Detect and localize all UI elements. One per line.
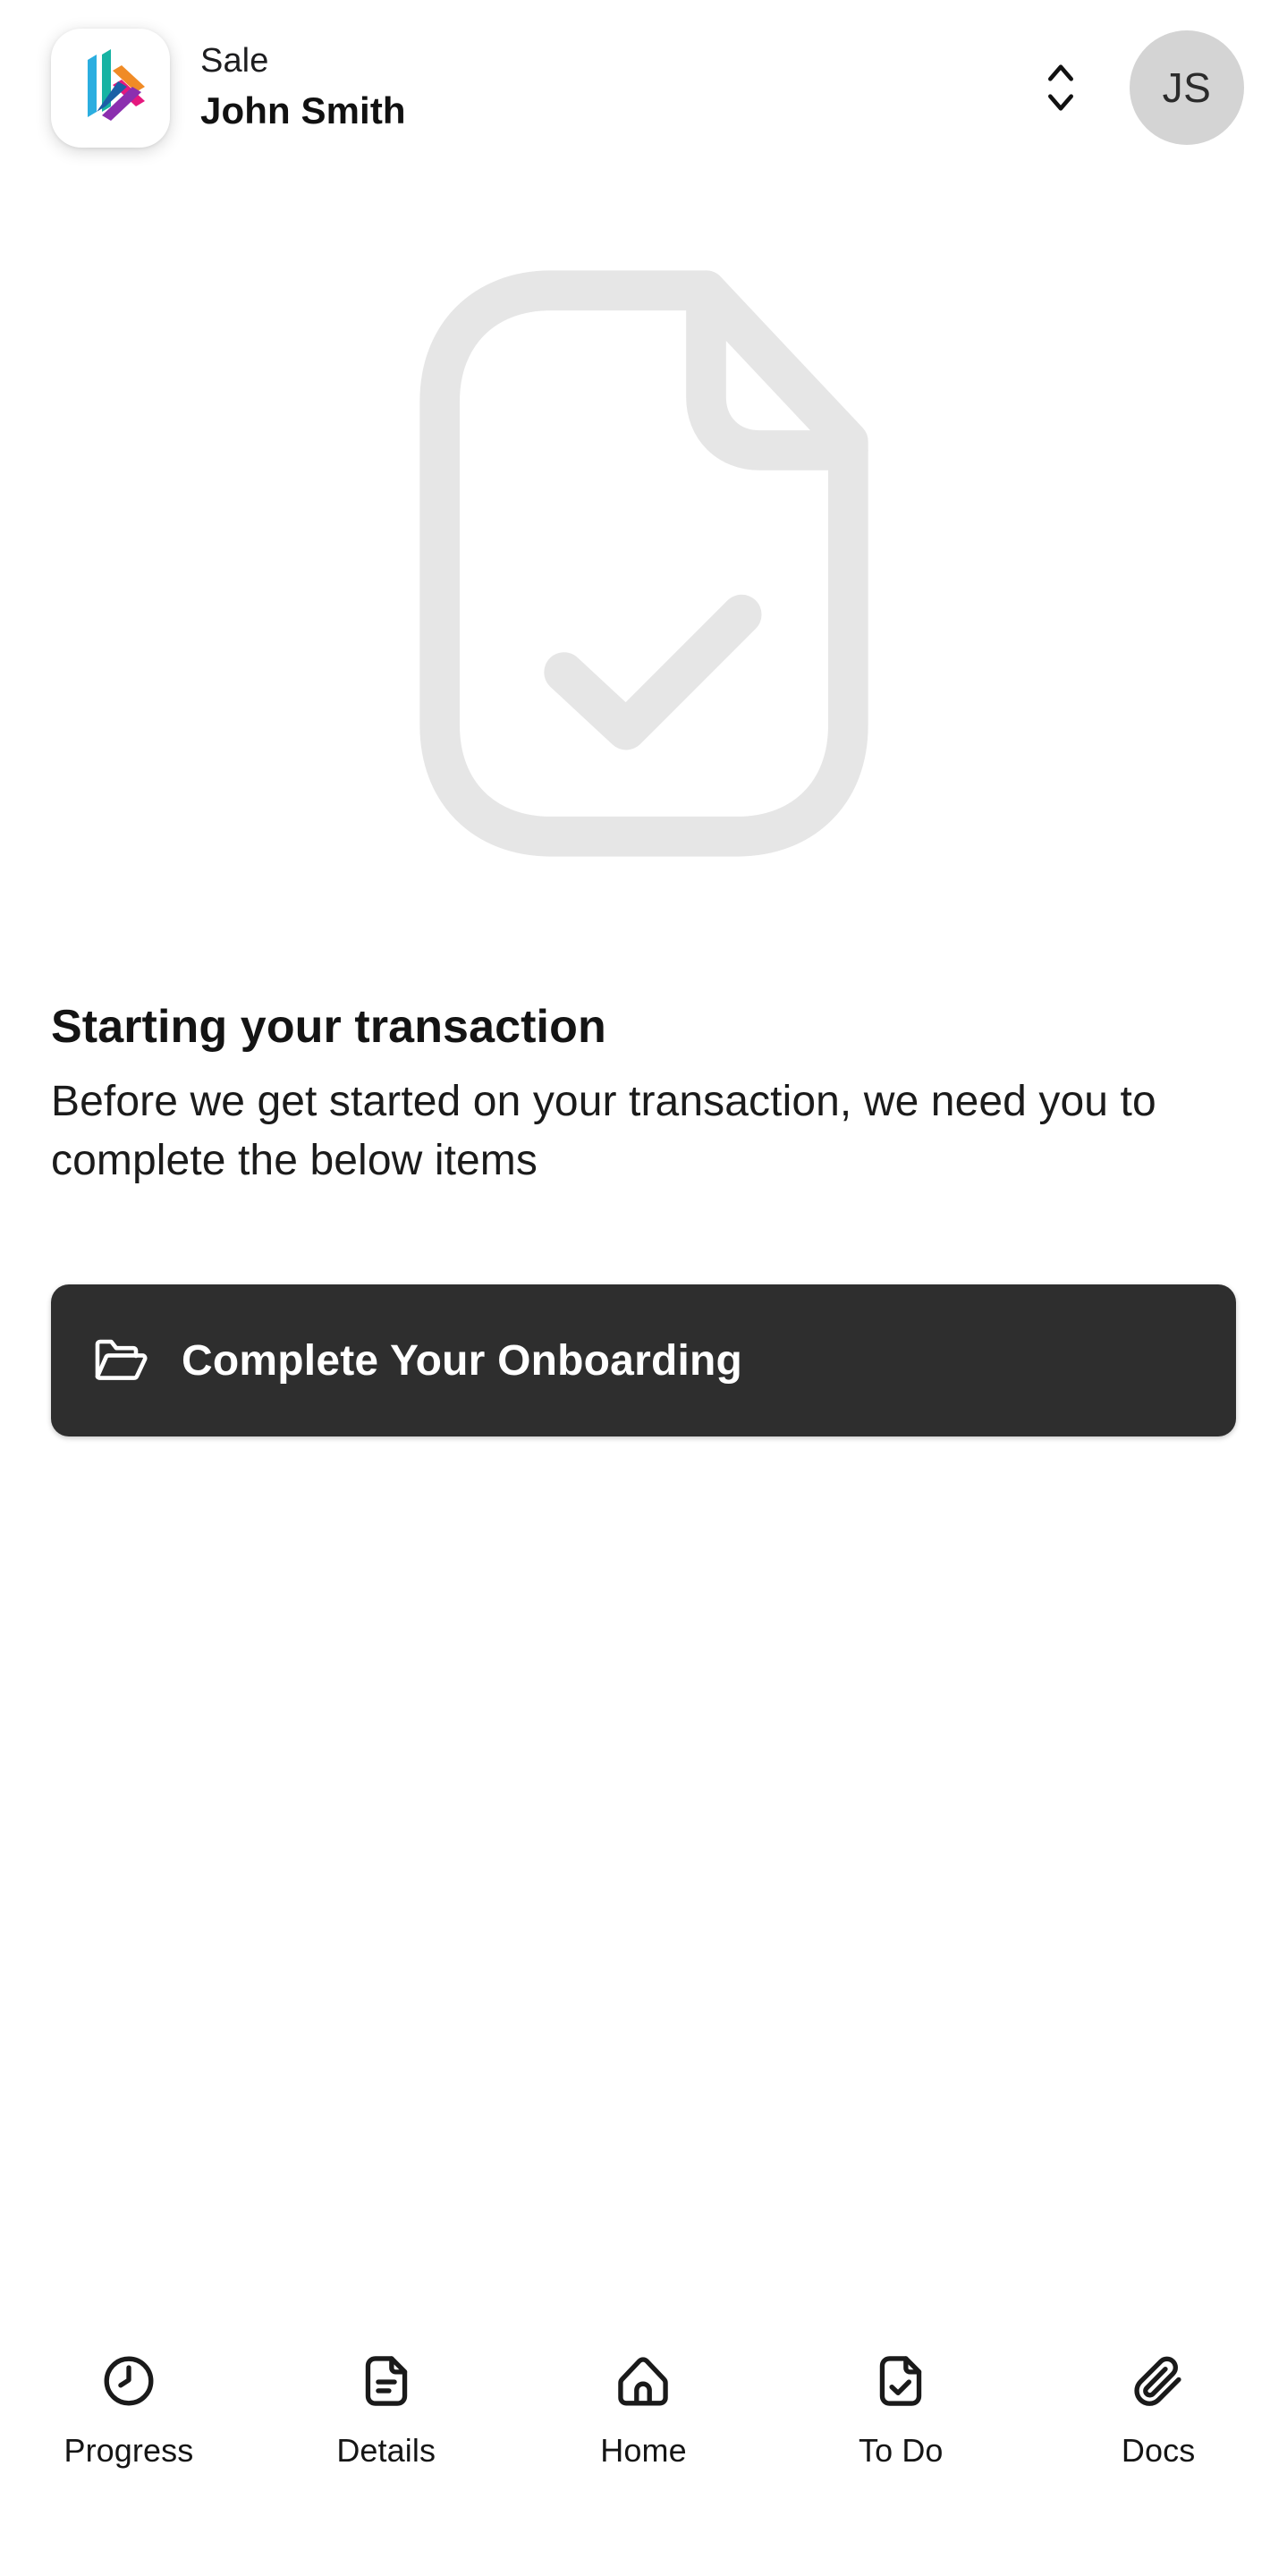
page-description: Before we get started on your transactio… xyxy=(51,1078,1156,1184)
tab-details-label: Details xyxy=(336,2432,436,2469)
tab-home[interactable]: Home xyxy=(515,2347,773,2467)
home-icon xyxy=(609,2347,677,2415)
app-screen: Sale John Smith JS Starting your transac… xyxy=(0,0,1287,2576)
header-title-group: Sale John Smith xyxy=(200,41,1035,134)
header-actions: JS xyxy=(1035,30,1244,145)
app-header: Sale John Smith JS xyxy=(0,0,1287,175)
brand-logo-icon xyxy=(73,47,148,128)
tab-docs-label: Docs xyxy=(1121,2432,1196,2469)
document-check-icon xyxy=(867,2347,935,2415)
tab-todo-label: To Do xyxy=(859,2432,944,2469)
bottom-navigation: Progress Details Home To Do Docs xyxy=(0,2315,1287,2576)
tab-home-label: Home xyxy=(600,2432,687,2469)
chevron-up-down-icon[interactable] xyxy=(1035,55,1087,120)
transaction-type-label: Sale xyxy=(200,41,269,80)
tab-progress-label: Progress xyxy=(64,2432,194,2469)
complete-onboarding-button[interactable]: Complete Your Onboarding xyxy=(51,1284,1236,1436)
clock-icon xyxy=(95,2347,163,2415)
document-lines-icon xyxy=(352,2347,420,2415)
folder-open-icon xyxy=(92,1332,149,1389)
brand-logo-tile[interactable] xyxy=(51,28,170,148)
tab-details[interactable]: Details xyxy=(258,2347,515,2467)
complete-onboarding-label: Complete Your Onboarding xyxy=(182,1336,743,1385)
page-title: Starting your transaction xyxy=(51,1001,606,1053)
client-name-label: John Smith xyxy=(200,89,406,131)
tab-progress[interactable]: Progress xyxy=(0,2347,258,2467)
tab-docs[interactable]: Docs xyxy=(1029,2347,1287,2467)
avatar[interactable]: JS xyxy=(1130,30,1244,145)
intro-text-block: Starting your transaction Before we get … xyxy=(51,1000,1236,1190)
paperclip-icon xyxy=(1124,2347,1192,2415)
hero-illustration xyxy=(0,224,1287,903)
document-check-icon xyxy=(395,259,893,868)
tab-todo[interactable]: To Do xyxy=(772,2347,1029,2467)
